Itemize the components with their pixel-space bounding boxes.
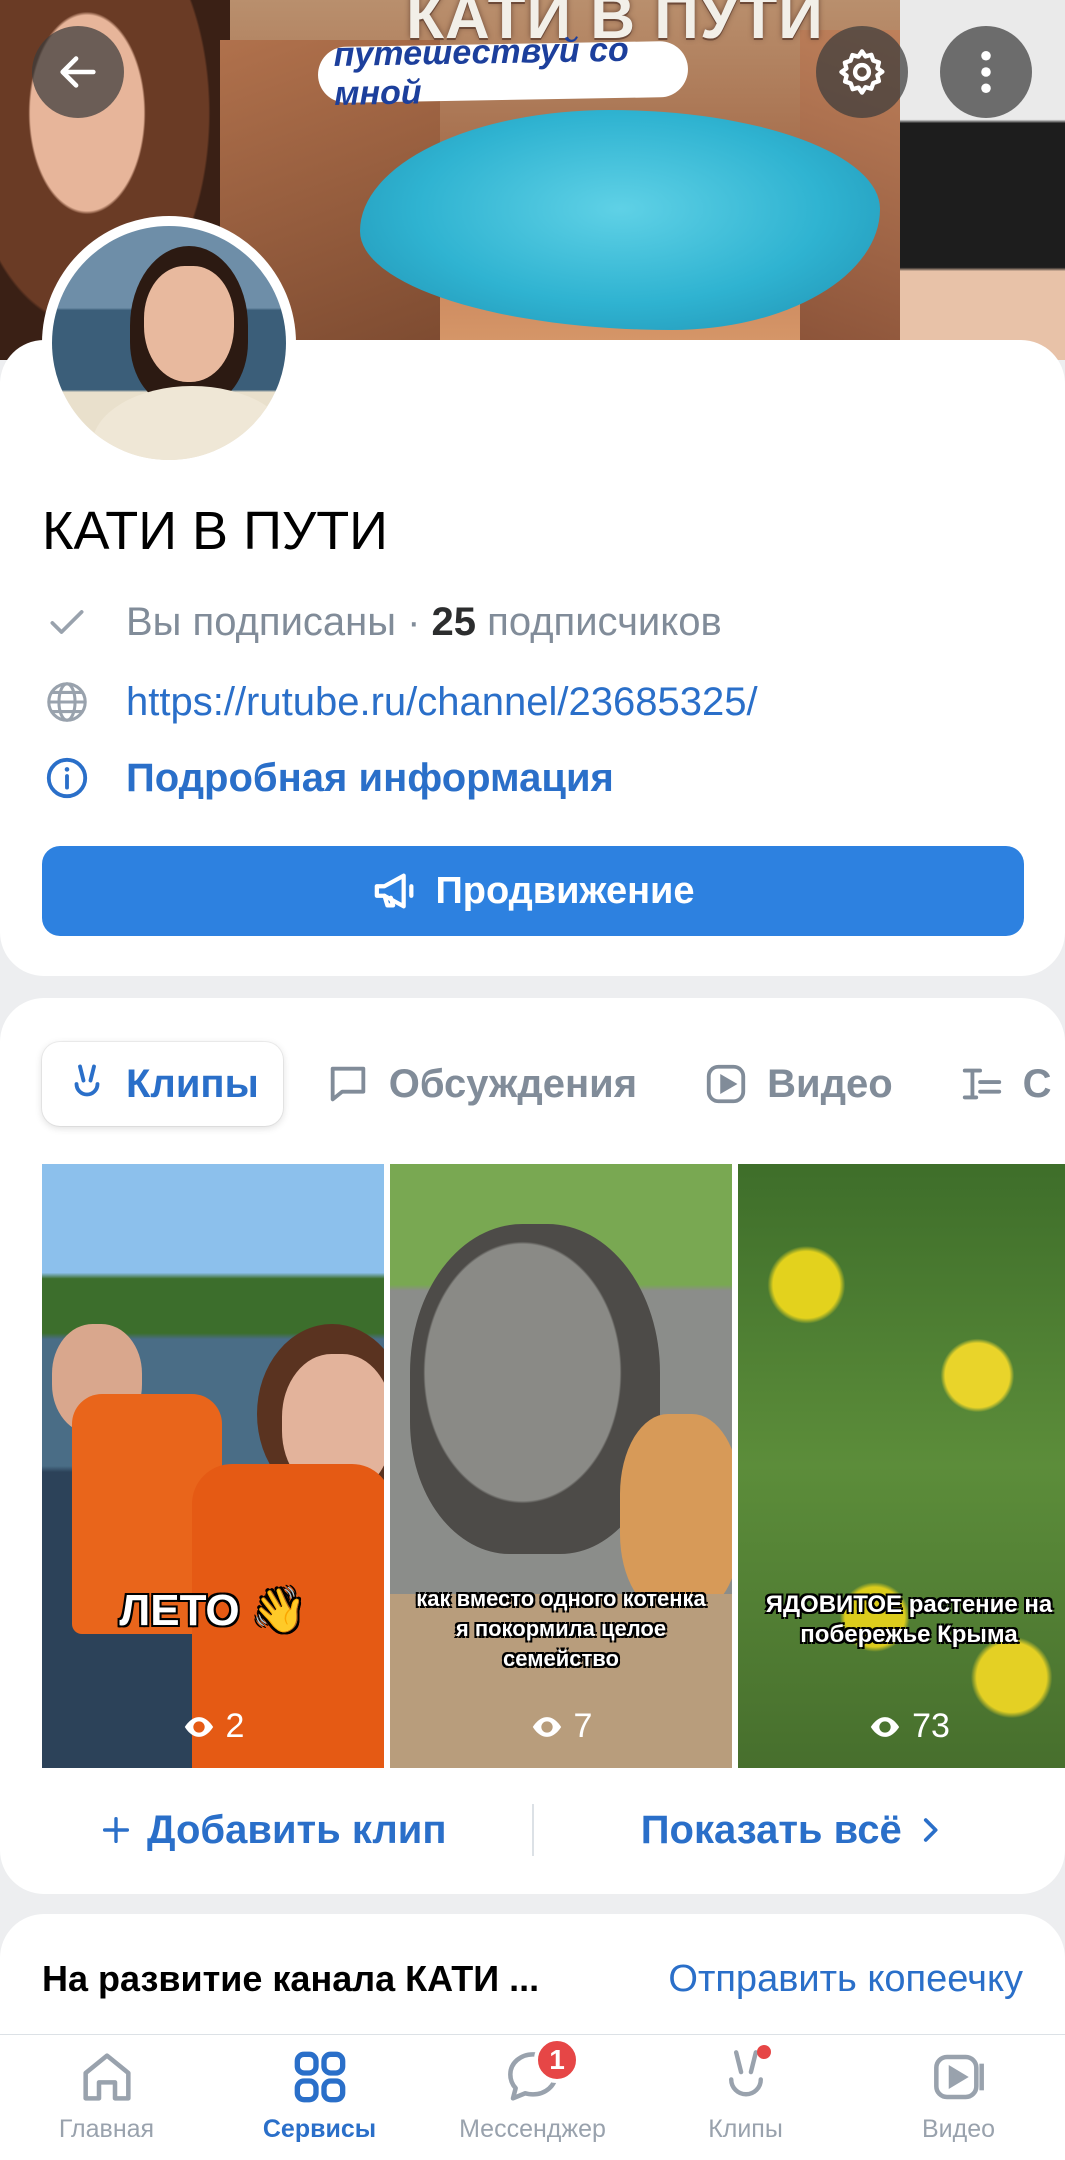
- nav-label: Сервисы: [262, 2115, 377, 2143]
- nav-label: Главная: [58, 2115, 155, 2143]
- donation-title: На развитие канала КАТИ ...: [42, 1958, 540, 1999]
- globe-icon: [42, 677, 92, 727]
- clip-caption: ЛЕТО 👋: [119, 1586, 307, 1635]
- tab-video[interactable]: Видео: [679, 1042, 917, 1126]
- bottom-navigation: Главная Сервисы 1 Мессенджер Клипы Видео: [0, 2034, 1065, 2160]
- back-button[interactable]: [32, 26, 124, 118]
- unread-badge: 1: [534, 2037, 580, 2083]
- clips-row: ЛЕТО 👋 2 как вместо одного котенка я пок…: [42, 1164, 1065, 1768]
- chevron-right-icon: [923, 1818, 938, 1842]
- page-title: КАТИ В ПУТИ: [42, 501, 388, 561]
- megaphone-icon: [375, 873, 414, 909]
- video-icon: [933, 2054, 984, 2100]
- tab-other[interactable]: С: [935, 1042, 1065, 1126]
- views-count: 7: [573, 1707, 593, 1745]
- subscription-status[interactable]: Вы подписаны · 25 подписчиков: [42, 594, 722, 650]
- subscribers-label: подписчиков: [476, 599, 722, 644]
- promote-label: Продвижение: [435, 869, 695, 912]
- discussion-icon: [330, 1066, 365, 1102]
- arrow-left-icon: [60, 56, 96, 88]
- clip-views: 2: [42, 1707, 384, 1746]
- tab-label: Обсуждения: [388, 1061, 638, 1106]
- tab-discussions[interactable]: Обсуждения: [301, 1042, 661, 1126]
- more-button[interactable]: [940, 26, 1032, 118]
- community-page: КАТИ В ПУТИ путешествуй со мной КАТИ В П…: [0, 0, 1065, 2160]
- plus-icon: [102, 1816, 130, 1844]
- list-icon: [962, 1068, 1001, 1100]
- clip-caption: как вместо одного котенка я покормила це…: [416, 1586, 706, 1671]
- nav-clips[interactable]: Клипы: [639, 2035, 852, 2160]
- tab-clips[interactable]: Клипы: [42, 1042, 283, 1126]
- home-icon: [82, 2053, 131, 2101]
- clip-card[interactable]: как вместо одного котенка я покормила це…: [390, 1164, 732, 1768]
- clip-views: 7: [390, 1707, 732, 1746]
- clips-icon: [74, 1064, 100, 1097]
- video-icon: [706, 1064, 746, 1104]
- nav-label: Клипы: [708, 2115, 783, 2143]
- content-card: Клипы Обсуждения Видео С ЛЕТО 👋 2 как вм…: [0, 998, 1065, 1894]
- nav-home[interactable]: Главная: [0, 2035, 213, 2160]
- details-link[interactable]: Подробная информация: [42, 750, 614, 806]
- views-count: 73: [912, 1707, 950, 1745]
- info-icon: [42, 753, 92, 803]
- settings-button[interactable]: [816, 26, 908, 118]
- eye-icon: [532, 1716, 561, 1737]
- eye-icon: [184, 1716, 213, 1737]
- show-all-label: Показать всё: [640, 1807, 902, 1852]
- nav-label: Видео: [921, 2115, 996, 2143]
- content-tabs: Клипы Обсуждения Видео С: [42, 1042, 1065, 1126]
- more-vertical-icon: [981, 50, 991, 94]
- subscribers-count: 25: [431, 599, 477, 644]
- promote-button[interactable]: Продвижение: [42, 846, 1024, 936]
- eye-icon: [870, 1716, 900, 1737]
- nav-services[interactable]: Сервисы: [213, 2035, 426, 2160]
- website-url: https://rutube.ru/channel/23685325/: [126, 679, 758, 724]
- subscribed-text: Вы подписаны ·: [126, 599, 432, 644]
- add-clip-button[interactable]: Добавить клип: [0, 1808, 532, 1853]
- nav-video[interactable]: Видео: [852, 2035, 1065, 2160]
- clip-card[interactable]: ЯДОВИТОЕ растение на побережье Крыма 73: [738, 1164, 1065, 1768]
- send-donation-button[interactable]: Отправить копеечку: [668, 1958, 1023, 2001]
- services-icon: [294, 2051, 345, 2103]
- tab-label: Клипы: [126, 1061, 259, 1106]
- details-label: Подробная информация: [126, 755, 614, 800]
- cover-subtitle: путешествуй со мной: [317, 31, 689, 113]
- tab-label: С: [1022, 1061, 1052, 1106]
- gear-icon: [839, 49, 885, 95]
- clip-views: 73: [738, 1707, 1065, 1746]
- checkmark-icon: [42, 597, 92, 647]
- clip-card[interactable]: ЛЕТО 👋 2: [42, 1164, 384, 1768]
- avatar[interactable]: [42, 216, 296, 470]
- nav-label: Мессенджер: [459, 2115, 606, 2143]
- website-link[interactable]: https://rutube.ru/channel/23685325/: [42, 674, 758, 730]
- clip-actions: Добавить клип Показать всё: [0, 1784, 1065, 1876]
- notification-dot: [757, 2045, 771, 2059]
- tab-label: Видео: [767, 1061, 893, 1106]
- clip-caption: ЯДОВИТОЕ растение на побережье Крыма: [765, 1591, 1053, 1648]
- views-count: 2: [225, 1707, 245, 1745]
- add-clip-label: Добавить клип: [146, 1807, 447, 1852]
- nav-messenger[interactable]: 1 Мессенджер: [426, 2035, 639, 2160]
- show-all-button[interactable]: Показать всё: [534, 1808, 1065, 1853]
